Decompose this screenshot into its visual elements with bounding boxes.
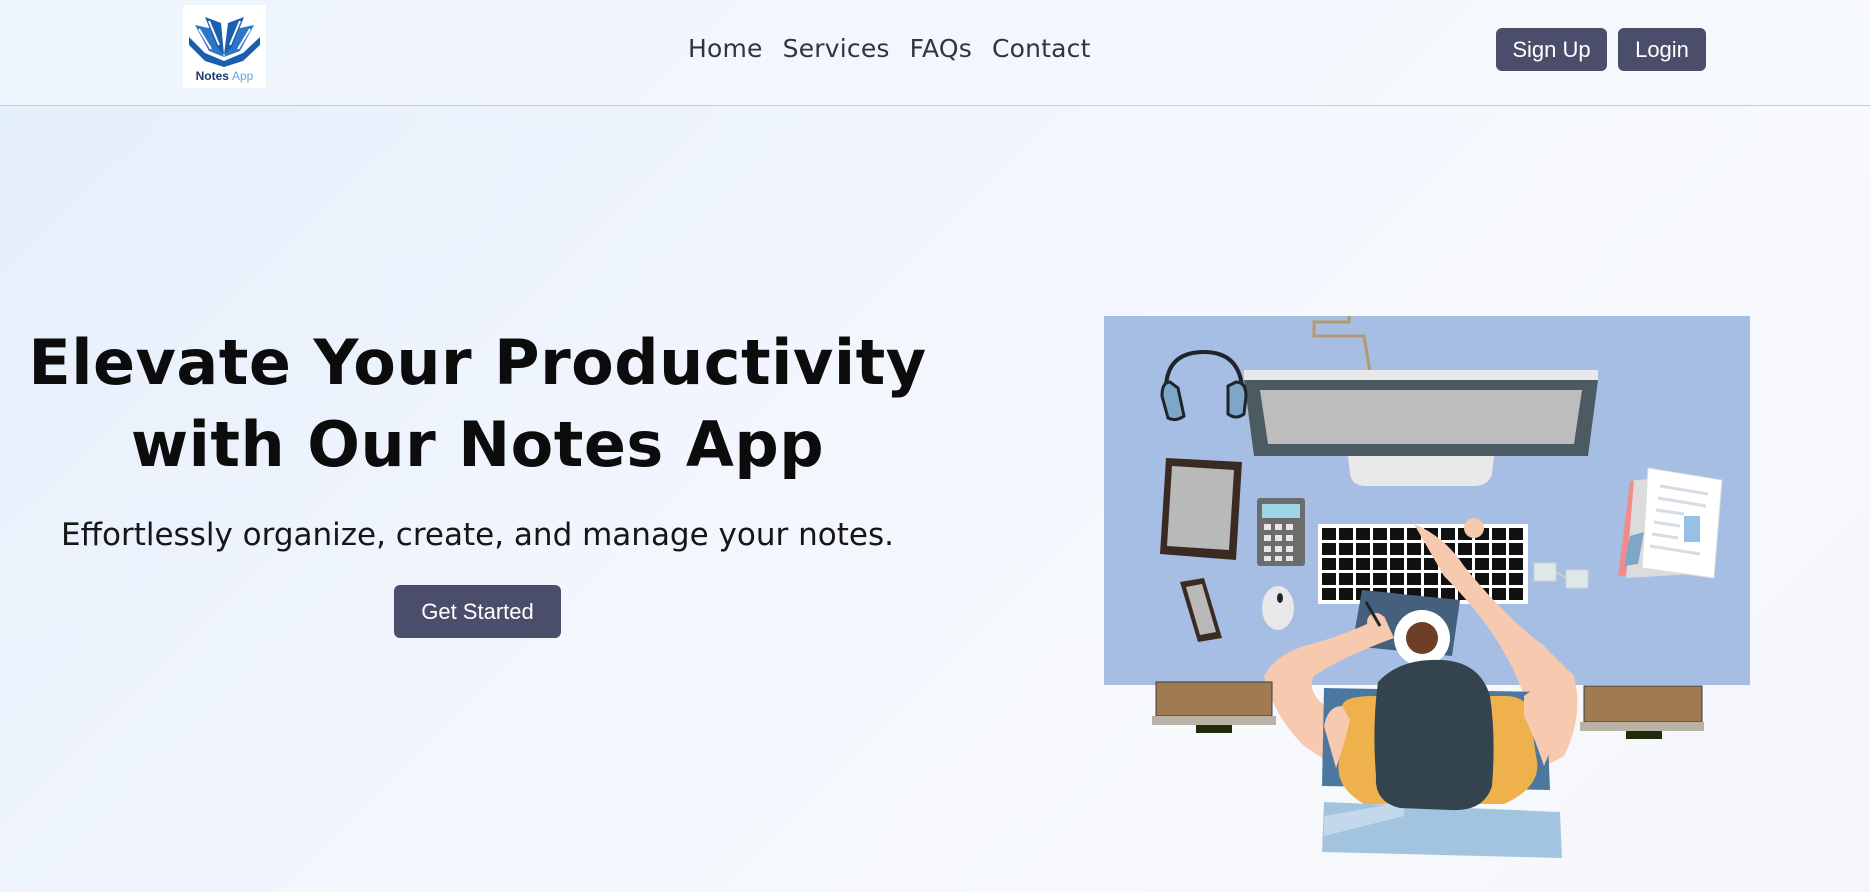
keyboard-key	[1373, 573, 1387, 585]
keyboard-key	[1475, 543, 1489, 555]
sign-up-button[interactable]: Sign Up	[1496, 28, 1607, 71]
keyboard-key	[1492, 588, 1506, 600]
person-at-desk-illustration	[1104, 316, 1750, 858]
keyboard-key	[1492, 573, 1506, 585]
keyboard-key	[1492, 528, 1506, 540]
keyboard-key	[1339, 558, 1353, 570]
keyboard-key	[1322, 588, 1336, 600]
keyboard-key	[1509, 528, 1523, 540]
keyboard-key	[1390, 558, 1404, 570]
keyboard-key	[1322, 558, 1336, 570]
logo-word-app: App	[231, 69, 254, 83]
keyboard-key	[1339, 543, 1353, 555]
keyboard-key	[1339, 573, 1353, 585]
keyboard-key	[1390, 543, 1404, 555]
keyboard-key	[1356, 543, 1370, 555]
keyboard-key	[1441, 588, 1455, 600]
keyboard-key	[1322, 573, 1336, 585]
keyboard-key	[1407, 558, 1421, 570]
keyboard-key	[1492, 558, 1506, 570]
open-book-icon	[189, 17, 260, 67]
main-nav: Home Services FAQs Contact	[688, 34, 1091, 63]
nav-link-contact[interactable]: Contact	[992, 34, 1091, 63]
keyboard-key	[1339, 588, 1353, 600]
nav-link-home[interactable]: Home	[688, 34, 763, 63]
keyboard-key	[1509, 543, 1523, 555]
keyboard-key	[1356, 573, 1370, 585]
keyboard-key	[1390, 528, 1404, 540]
hero-title-line1: Elevate Your Productivity	[28, 326, 927, 399]
keyboard-key	[1458, 543, 1472, 555]
keyboard-key	[1424, 573, 1438, 585]
keyboard-key	[1441, 528, 1455, 540]
nav-link-faqs[interactable]: FAQs	[910, 34, 972, 63]
keyboard-key	[1492, 543, 1506, 555]
keyboard-key	[1509, 588, 1523, 600]
keyboard-key	[1407, 543, 1421, 555]
top-navbar: Notes App Home Services FAQs Contact Sign…	[0, 0, 1870, 106]
hero-title-line2: with Our Notes App	[130, 408, 825, 481]
keyboard-key	[1339, 528, 1353, 540]
logo-text: Notes App	[183, 69, 266, 83]
keyboard-key	[1322, 543, 1336, 555]
keyboard-key	[1373, 528, 1387, 540]
hero-title: Elevate Your Productivity with Our Notes…	[20, 322, 935, 486]
nav-link-services[interactable]: Services	[783, 34, 890, 63]
app-logo[interactable]: Notes App	[183, 5, 266, 88]
logo-word-notes: Notes	[195, 69, 229, 83]
keyboard-key	[1322, 528, 1336, 540]
keyboard-key	[1475, 558, 1489, 570]
keyboard-key	[1509, 573, 1523, 585]
keyboard-key	[1356, 558, 1370, 570]
keyboard-key	[1356, 528, 1370, 540]
login-button[interactable]: Login	[1618, 28, 1706, 71]
keyboard-key	[1407, 573, 1421, 585]
keyboard-key	[1509, 558, 1523, 570]
get-started-button[interactable]: Get Started	[394, 585, 561, 638]
keyboard-key	[1373, 543, 1387, 555]
hero-subtitle: Effortlessly organize, create, and manag…	[61, 517, 894, 553]
keyboard-key	[1373, 558, 1387, 570]
keyboard-key	[1390, 573, 1404, 585]
